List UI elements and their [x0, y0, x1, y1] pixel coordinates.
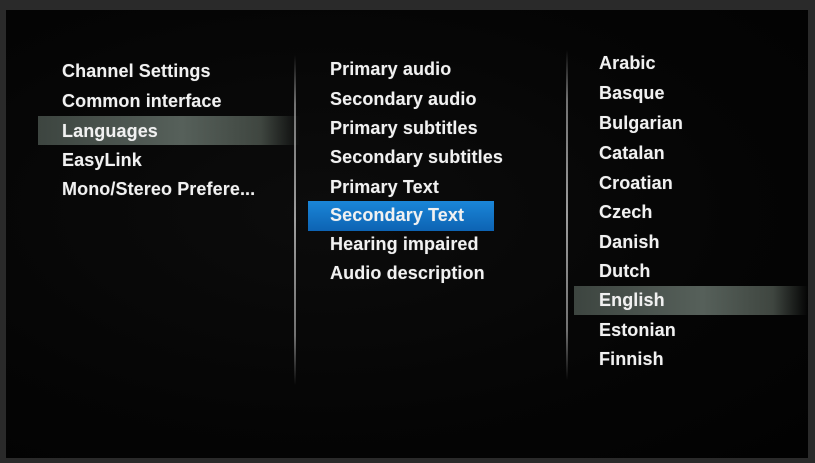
menu-item-languages[interactable]: Languages [62, 121, 158, 142]
menu-item-primary-text[interactable]: Primary Text [330, 177, 439, 198]
menu-item-mono-stereo-preference[interactable]: Mono/Stereo Prefere... [62, 179, 255, 200]
menu-item-common-interface[interactable]: Common interface [62, 91, 222, 112]
language-option-bulgarian[interactable]: Bulgarian [599, 113, 683, 134]
language-option-english[interactable]: English [599, 290, 665, 311]
tv-menu-screen: Channel Settings Common interface Langua… [6, 10, 808, 458]
language-option-basque[interactable]: Basque [599, 83, 665, 104]
language-option-czech[interactable]: Czech [599, 202, 653, 223]
column-divider-2 [566, 50, 568, 380]
column-divider-1 [294, 55, 296, 385]
menu-item-channel-settings[interactable]: Channel Settings [62, 61, 211, 82]
menu-item-primary-audio[interactable]: Primary audio [330, 59, 451, 80]
language-option-dutch[interactable]: Dutch [599, 261, 651, 282]
language-option-estonian[interactable]: Estonian [599, 320, 676, 341]
menu-item-primary-subtitles[interactable]: Primary subtitles [330, 118, 478, 139]
menu-item-audio-description[interactable]: Audio description [330, 263, 485, 284]
menu-item-easylink[interactable]: EasyLink [62, 150, 142, 171]
language-option-catalan[interactable]: Catalan [599, 143, 665, 164]
menu-item-secondary-text[interactable]: Secondary Text [330, 205, 464, 226]
menu-item-hearing-impaired[interactable]: Hearing impaired [330, 234, 479, 255]
menu-item-secondary-subtitles[interactable]: Secondary subtitles [330, 147, 503, 168]
language-option-croatian[interactable]: Croatian [599, 173, 673, 194]
language-option-danish[interactable]: Danish [599, 232, 660, 253]
menu-item-secondary-audio[interactable]: Secondary audio [330, 89, 477, 110]
language-option-finnish[interactable]: Finnish [599, 349, 664, 370]
language-option-arabic[interactable]: Arabic [599, 53, 656, 74]
